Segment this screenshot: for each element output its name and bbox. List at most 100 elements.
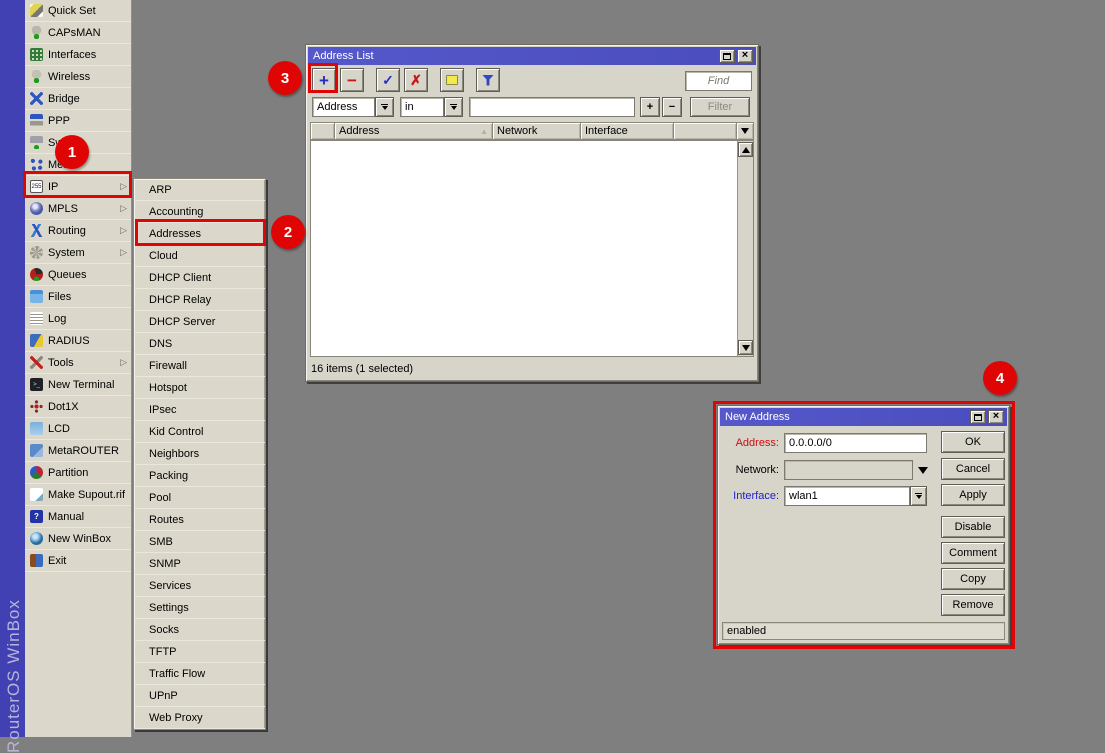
close-button[interactable]: × [737,49,753,63]
sidebar-item-bridge[interactable]: Bridge [25,88,131,110]
sidebar-item-label: Wireless [48,71,127,83]
scroll-up-button[interactable] [738,142,753,157]
sidebar-item-label: Log [48,313,127,325]
filter-field-dropdown-button[interactable] [375,97,394,117]
ip-submenu-item-pool[interactable]: Pool [134,487,265,509]
ip-submenu-item-smb[interactable]: SMB [134,531,265,553]
ip-submenu-item-dns[interactable]: DNS [134,333,265,355]
sidebar-item-ppp[interactable]: PPP [25,110,131,132]
filter-value-input[interactable] [469,97,635,117]
filter-operator-dropdown-button[interactable] [444,97,463,117]
sidebar-item-dot1x[interactable]: Dot1X [25,396,131,418]
ip-submenu-item-cloud[interactable]: Cloud [134,245,265,267]
files-icon [30,290,43,303]
filter-apply-button[interactable]: Filter [690,97,750,117]
sidebar-item-queues[interactable]: Queues [25,264,131,286]
sidebar-item-label: LCD [48,423,127,435]
sidebar-item-label: System [48,247,115,259]
ip-submenu-item-firewall[interactable]: Firewall [134,355,265,377]
sidebar-item-capsman[interactable]: CAPsMAN [25,22,131,44]
ip-submenu: ARPAccountingAddressesCloudDHCP ClientDH… [133,178,266,730]
ip-submenu-item-dhcp-client[interactable]: DHCP Client [134,267,265,289]
sidebar-item-exit[interactable]: Exit [25,550,131,572]
sidebar-item-quick-set[interactable]: Quick Set [25,0,131,22]
header-selector-column[interactable] [310,122,335,140]
sidebar-item-label: MPLS [48,203,115,215]
sidebar-item-label: Manual [48,511,127,523]
ip-submenu-item-socks[interactable]: Socks [134,619,265,641]
sidebar-item-wireless[interactable]: Wireless [25,66,131,88]
sidebar-item-tools[interactable]: Tools▷ [25,352,131,374]
ip-submenu-item-dhcp-relay[interactable]: DHCP Relay [134,289,265,311]
sidebar-item-mpls[interactable]: MPLS▷ [25,198,131,220]
ip-submenu-item-arp[interactable]: ARP [134,179,265,201]
quickset-icon [30,4,43,17]
enable-button[interactable]: ✓ [376,68,400,92]
ip-submenu-item-routes[interactable]: Routes [134,509,265,531]
sidebar-item-make-supout-rif[interactable]: Make Supout.rif [25,484,131,506]
sidebar-menu: Quick SetCAPsMANInterfaces Wireless Bridge… [25,0,132,737]
address-list-toolbar: +−✓✗ [312,68,504,92]
sidebar-item-metarouter[interactable]: MetaROUTER [25,440,131,462]
ip-submenu-item-settings[interactable]: Settings [134,597,265,619]
sidebar-item-interfaces[interactable]: Interfaces [25,44,131,66]
disable-button[interactable]: ✗ [404,68,428,92]
header-network-column[interactable]: Network [493,122,581,140]
items-count-text: 16 items (1 selected) [311,363,413,375]
sidebar-item-system[interactable]: System▷ [25,242,131,264]
ip-submenu-item-web-proxy[interactable]: Web Proxy [134,707,265,729]
filter-operator-select[interactable]: in [400,97,444,117]
maximize-button[interactable] [719,49,735,63]
scroll-down-button[interactable] [738,340,753,355]
find-button[interactable]: Find [685,71,752,91]
sidebar-item-log[interactable]: Log [25,308,131,330]
dot1x-icon [30,400,43,413]
header-address-column[interactable]: Address ▲ [335,122,493,140]
sidebar-item-partition[interactable]: Partition [25,462,131,484]
ppp-icon [30,114,43,127]
sidebar-item-label: Files [48,291,127,303]
sidebar-item-routing[interactable]: Routing▷ [25,220,131,242]
filter-toggle-button[interactable] [476,68,500,92]
annotation-step-1: 1 [55,135,89,169]
sidebar-item-radius[interactable]: RADIUS [25,330,131,352]
remove-button[interactable]: − [340,68,364,92]
ip-submenu-item-neighbors[interactable]: Neighbors [134,443,265,465]
sidebar-item-files[interactable]: Files [25,286,131,308]
ip-submenu-item-upnp[interactable]: UPnP [134,685,265,707]
sidebar-item-label: MetaROUTER [48,445,127,457]
ip-submenu-item-kid-control[interactable]: Kid Control [134,421,265,443]
vertical-scrollbar[interactable] [737,141,753,356]
filter-row: Address in + − Filter [312,97,750,117]
ip-submenu-item-dhcp-server[interactable]: DHCP Server [134,311,265,333]
interfaces-icon [30,48,43,61]
ip-submenu-item-snmp[interactable]: SNMP [134,553,265,575]
filter-field-select[interactable]: Address [312,97,375,117]
ip-submenu-item-hotspot[interactable]: Hotspot [134,377,265,399]
dropdown-icon [381,104,388,110]
comment-button[interactable] [440,68,464,92]
ip-submenu-item-packing[interactable]: Packing [134,465,265,487]
ip-submenu-item-ipsec[interactable]: IPsec [134,399,265,421]
header-columns-dropdown-button[interactable] [737,122,754,140]
address-list-titlebar[interactable]: Address List × [308,47,756,65]
sidebar-item-label: Queues [48,269,127,281]
submenu-item-label: IPsec [149,404,261,416]
sidebar-item-label: Dot1X [48,401,127,413]
sidebar-item-lcd[interactable]: LCD [25,418,131,440]
submenu-item-label: Routes [149,514,261,526]
tools-icon [30,356,43,369]
filter-add-button[interactable]: + [640,97,660,117]
sidebar-item-new-terminal[interactable]: >_New Terminal [25,374,131,396]
sidebar-item-new-winbox[interactable]: New WinBox [25,528,131,550]
header-interface-column[interactable]: Interface [581,122,674,140]
filter-remove-button[interactable]: − [662,97,682,117]
header-label: Interface [585,125,628,137]
cross-icon: ✗ [410,73,422,87]
sidebar-item-manual[interactable]: ?Manual [25,506,131,528]
ip-submenu-item-traffic-flow[interactable]: Traffic Flow [134,663,265,685]
submenu-arrow-icon: ▷ [120,358,127,367]
ip-submenu-item-services[interactable]: Services [134,575,265,597]
address-table-body[interactable] [310,140,754,357]
ip-submenu-item-tftp[interactable]: TFTP [134,641,265,663]
